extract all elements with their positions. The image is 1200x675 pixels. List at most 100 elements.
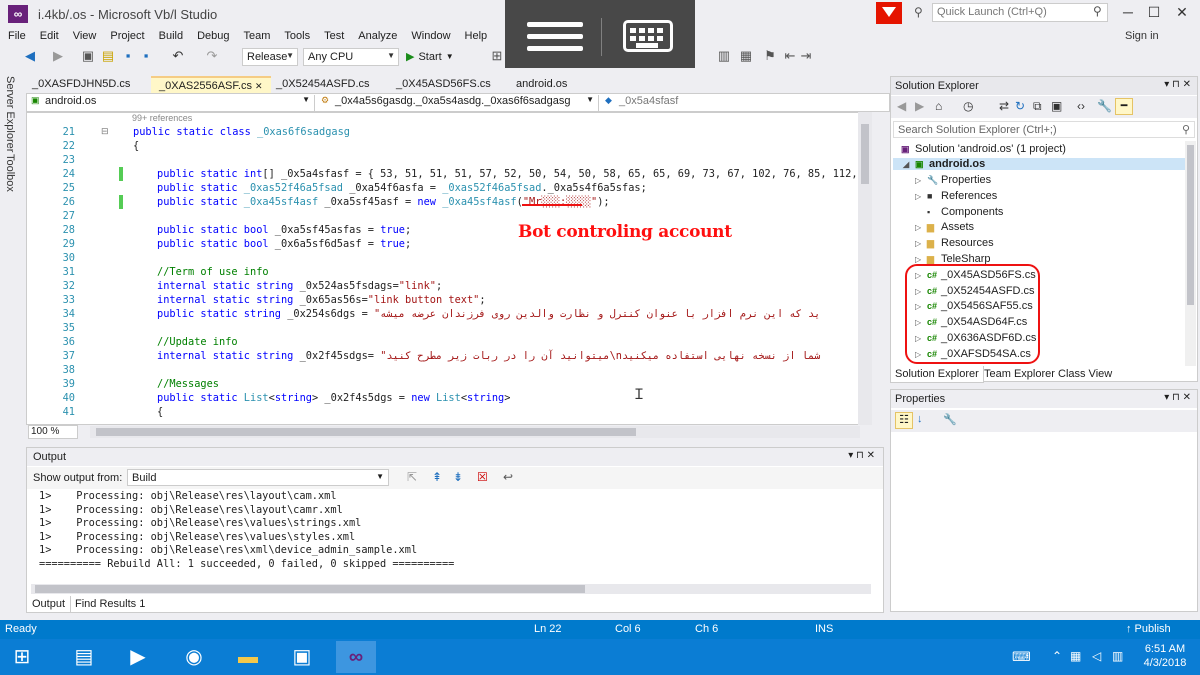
code-line[interactable]: 23 [27,153,871,167]
menu-debug[interactable]: Debug [197,30,229,42]
expand-icon[interactable]: ▷ [915,176,927,185]
save-icon[interactable]: ▪ [120,48,136,64]
refresh-icon[interactable]: ↻ [1015,99,1025,113]
output-source-select[interactable]: Build ▼ [127,469,389,486]
class-dropdown[interactable]: ⚙ _0x4a5s6gasdg._0xa5s4asdg._0xas6f6sadga… [317,95,599,111]
project-dropdown[interactable]: ▣ android.os ▼ [27,95,315,111]
folder-node[interactable]: ▷ ▆ Resources [915,237,994,249]
close-button[interactable]: ✕ [1172,3,1192,21]
menu-test[interactable]: Test [324,30,344,42]
minimize-button[interactable]: ─ [1118,3,1138,21]
close-icon[interactable]: ✕ [255,81,263,91]
maximize-button[interactable]: ☐ [1144,3,1164,21]
folder-node[interactable]: ▷ 🔧 Properties [915,174,991,186]
forward-icon[interactable]: ▶ [915,99,924,113]
start-button[interactable]: ▶ Start ▼ [406,50,454,64]
network-icon[interactable]: ▦ [1070,649,1081,663]
panel-controls[interactable]: ▾ ⊓ ✕ [1164,79,1191,90]
redo-icon[interactable]: ↷ [204,48,220,64]
file-explorer-icon[interactable]: ▬ [228,641,268,673]
feedback-flag-icon[interactable] [876,2,902,24]
next-bookmark-icon[interactable]: ⇥ [798,48,814,64]
panel-controls[interactable]: ▾ ⊓ ✕ [848,450,875,461]
folder-node[interactable]: ▷ ■ References [915,190,997,202]
search-icon[interactable]: ⚲ [1182,123,1190,136]
scroll-thumb[interactable] [96,428,636,436]
code-line[interactable]: 36 //Update info [27,335,871,349]
code-line[interactable]: 28 public static bool _0xa5sf45asfas = tr… [27,223,871,237]
uncomment-icon[interactable]: ▦ [738,48,754,64]
bookmark-icon[interactable]: ⚑ [762,48,778,64]
find-message-icon[interactable]: ⇱ [407,470,417,484]
code-line[interactable]: 35 [27,321,871,335]
tab-class-view[interactable]: Class View [1054,366,1116,382]
menu-analyze[interactable]: Analyze [358,30,397,42]
back-icon[interactable]: ◀ [22,48,38,64]
collapse-all-icon[interactable]: ⧉ [1033,99,1042,114]
back-icon[interactable]: ◀ [897,99,906,113]
folder-node[interactable]: ▷ ▆ Assets [915,221,974,233]
code-line[interactable]: 21 public static class _0xas6f6sadgasg [27,125,871,139]
configuration-select[interactable]: Release ▼ [242,48,298,66]
code-line[interactable]: 41 { [27,405,871,419]
tab-find-results[interactable]: Find Results 1 [70,596,150,612]
menu-project[interactable]: Project [110,30,144,42]
property-pages-icon[interactable]: 🔧 [943,413,957,426]
server-manager-icon[interactable]: ▤ [64,641,104,673]
zoom-level-select[interactable]: 100 % [28,425,78,439]
forward-icon[interactable]: ▶ [50,48,66,64]
sign-in-link[interactable]: Sign in [1125,30,1159,42]
code-line[interactable]: 27 [27,209,871,223]
expand-icon[interactable]: ▷ [915,239,927,248]
search-icon[interactable]: ⚲ [1093,4,1102,18]
code-line[interactable]: 39 //Messages [27,377,871,391]
menu-file[interactable]: File [8,30,26,42]
codelens-references[interactable]: 99+ references [132,113,192,123]
scroll-thumb[interactable] [1187,145,1194,305]
tab-solution-explorer[interactable]: Solution Explorer [890,366,984,383]
categorized-icon[interactable]: ☷ [895,412,913,429]
editor-vertical-scrollbar[interactable] [858,112,872,425]
code-line[interactable]: 30 [27,251,871,265]
word-wrap-icon[interactable]: ↩ [503,470,513,484]
tab-file-2[interactable]: _0XAS2556ASF.cs ✕ [151,76,271,94]
powershell-icon[interactable]: ▶ [118,641,158,673]
tab-file-4[interactable]: _0X45ASD56FS.cs [388,76,499,94]
project-node[interactable]: ◢ ▣ android.os [893,158,1185,170]
keyboard-tray-icon[interactable]: ⌨ [1012,649,1031,665]
next-message-icon[interactable]: ⇟ [453,470,463,484]
menu-team[interactable]: Team [244,30,271,42]
alphabetical-icon[interactable]: ↓ [917,413,923,425]
tab-output[interactable]: Output [26,596,72,613]
menu-help[interactable]: Help [465,30,488,42]
scroll-thumb[interactable] [35,585,585,593]
code-line[interactable]: 26 public static _0xa45sf4asf _0xa5sf45as… [27,195,871,209]
menu-window[interactable]: Window [411,30,450,42]
tab-file-3[interactable]: _0X52454ASFD.cs [268,76,378,94]
member-dropdown[interactable]: ◆ _0x5a4sfasf [601,95,889,111]
scroll-thumb[interactable] [861,124,869,184]
properties-wrench-icon[interactable]: 🔧 [1097,99,1112,113]
visual-studio-taskbar-icon[interactable]: ∞ [336,641,376,673]
expand-icon[interactable]: ▷ [915,255,927,264]
tab-team-explorer[interactable]: Team Explorer [980,366,1059,382]
open-folder-icon[interactable]: ▤ [100,48,116,64]
save-all-icon[interactable]: ▪ [138,48,154,64]
clear-all-icon[interactable]: ☒ [477,470,488,484]
expand-icon[interactable]: ▷ [915,223,927,232]
tab-file-5[interactable]: android.os [508,76,575,94]
solution-node[interactable]: ▣ Solution 'android.os' (1 project) [901,143,1066,155]
menu-view[interactable]: View [73,30,97,42]
panel-controls[interactable]: ▾ ⊓ ✕ [1164,392,1191,403]
code-line[interactable]: 33 internal static string _0x65as56s="lin… [27,293,871,307]
code-line[interactable]: 22 { [27,139,871,153]
solution-search-input[interactable]: Search Solution Explorer (Ctrl+;) ⚲ [893,121,1195,138]
taskbar-clock[interactable]: 6:51 AM 4/3/2018 [1135,642,1195,670]
platform-select[interactable]: Any CPU ▼ [303,48,399,66]
volume-icon[interactable]: ◁ [1092,649,1101,663]
code-editor[interactable]: ⊟ 21 public static class _0xas6f6sadgasg 2… [26,112,872,425]
code-line[interactable]: 40 public static List<string> _0x2f4s5dgs… [27,391,871,405]
code-line[interactable]: 34 public static string _0x254s6dgs = "ید… [27,307,871,321]
server-explorer-tab[interactable]: Server Explorer [4,76,16,152]
preview-icon[interactable]: ━ [1115,98,1133,115]
